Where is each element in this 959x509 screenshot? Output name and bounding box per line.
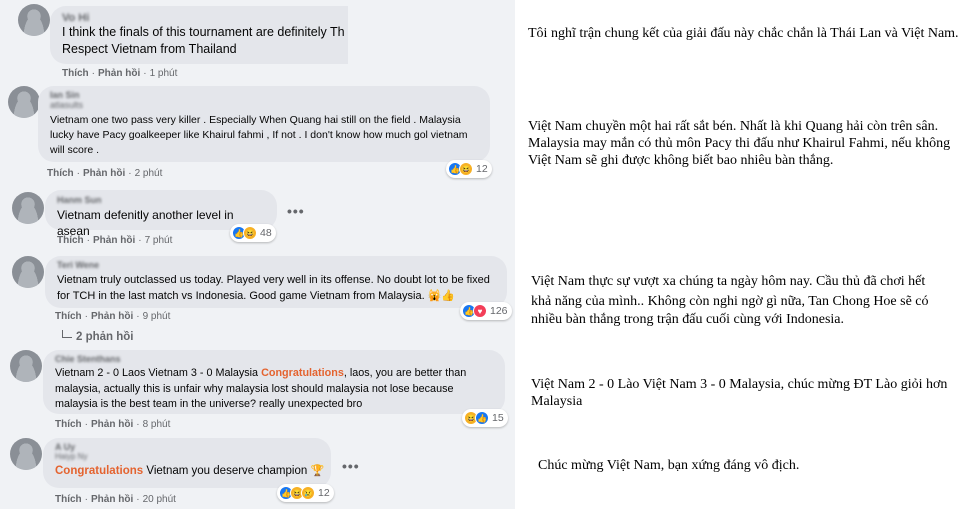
avatar[interactable] xyxy=(10,350,42,382)
more-options-icon[interactable]: ••• xyxy=(287,203,305,219)
comment-bubble: Vo Hi I think the finals of this tournam… xyxy=(50,6,348,64)
comment-author[interactable]: Hanm Sun xyxy=(57,196,265,205)
comment-bubble: Teri Wene Vietnam truly outclassed us to… xyxy=(45,256,507,308)
comment-time[interactable]: 7 phút xyxy=(145,235,173,246)
love-icon: ♥ xyxy=(473,304,487,318)
reactions[interactable]: 👍 😆 😢 12 xyxy=(277,484,334,502)
avatar[interactable] xyxy=(10,438,42,470)
like-link[interactable]: Thích xyxy=(62,68,89,79)
like-link[interactable]: Thích xyxy=(57,235,84,246)
translation-4-line2: Malaysia xyxy=(531,394,583,409)
comment-text: I think the finals of this tournament ar… xyxy=(62,25,345,39)
translation-2-line3: Việt Nam sẽ ghi được không biết bao nhiê… xyxy=(528,153,834,168)
reaction-count: 126 xyxy=(490,305,508,317)
reaction-count: 15 xyxy=(492,412,504,424)
reply-arrow-icon xyxy=(62,330,72,338)
translation-3-line3: nhiều bàn thắng trong trận đấu cuối cùng… xyxy=(531,312,844,327)
comment-actions: Thích · Phản hồi · 7 phút xyxy=(57,235,173,246)
comments-panel: Vo Hi I think the finals of this tournam… xyxy=(0,0,515,509)
reaction-count: 12 xyxy=(476,163,488,175)
reply-link[interactable]: Phản hồi xyxy=(91,494,133,505)
like-link[interactable]: Thích xyxy=(55,494,82,505)
comment-time[interactable]: 1 phút xyxy=(150,68,178,79)
comment-author[interactable]: Vo Hi xyxy=(62,12,348,24)
comment-text: Vietnam one two pass very killer . Espec… xyxy=(50,114,468,156)
comment-author[interactable]: A Uy xyxy=(55,443,319,452)
comment-text: Congratulations Vietnam you deserve cham… xyxy=(55,463,324,479)
like-icon: 👍 xyxy=(475,411,489,425)
translation-4-line1: Việt Nam 2 - 0 Lào Việt Nam 3 - 0 Malays… xyxy=(531,377,948,392)
reactions[interactable]: 👍 😆 12 xyxy=(446,160,492,178)
comment-bubble: Chie Stenthans Vietnam 2 - 0 Laos Vietna… xyxy=(43,350,505,414)
like-link[interactable]: Thích xyxy=(55,419,82,430)
translation-1: Tôi nghĩ trận chung kết của giải đấu này… xyxy=(528,26,959,41)
comment-author[interactable]: Ian Sin xyxy=(50,91,478,100)
replies-count: 2 phản hồi xyxy=(76,331,134,343)
comment-actions: Thích · Phản hồi · 8 phút xyxy=(55,419,171,430)
haha-icon: 😆 xyxy=(459,162,473,176)
comment-text: Respect Vietnam from Thailand xyxy=(62,42,237,56)
sad-icon: 😢 xyxy=(301,486,315,500)
comment-actions: Thích · Phản hồi · 1 phút xyxy=(62,68,178,79)
comment-text-body: Vietnam you deserve champion xyxy=(143,465,311,477)
comment-author-sub: atlasults xyxy=(50,100,84,110)
avatar[interactable] xyxy=(12,192,44,224)
comment-text-body: Vietnam truly outclassed us today. Playe… xyxy=(57,274,490,302)
reaction-count: 12 xyxy=(318,487,330,499)
reactions[interactable]: 👍 ♥ 126 xyxy=(460,302,512,320)
comment-actions: Thích · Phản hồi · 2 phút xyxy=(47,168,163,179)
highlight-text[interactable]: Congratulations xyxy=(55,465,143,477)
comment-actions: Thích · Phản hồi · 9 phút xyxy=(55,311,171,322)
comment-time[interactable]: 2 phút xyxy=(135,168,163,179)
translation-5: Chúc mừng Việt Nam, bạn xứng đáng vô địc… xyxy=(538,458,800,473)
translation-3-line1: Việt Nam thực sự vượt xa chúng ta ngày h… xyxy=(531,274,926,289)
highlight-text[interactable]: Congratulations xyxy=(261,367,344,379)
reply-link[interactable]: Phản hồi xyxy=(98,68,140,79)
trophy-icon: 🏆 xyxy=(310,465,325,477)
like-link[interactable]: Thích xyxy=(55,311,82,322)
comment-text: Vietnam 2 - 0 Laos Vietnam 3 - 0 Malaysi… xyxy=(55,366,493,413)
reply-link[interactable]: Phản hồi xyxy=(93,235,135,246)
more-options-icon[interactable]: ••• xyxy=(342,458,360,474)
reaction-count: 48 xyxy=(260,227,272,239)
reply-link[interactable]: Phản hồi xyxy=(83,168,125,179)
comment-time[interactable]: 9 phút xyxy=(143,311,171,322)
reply-link[interactable]: Phản hồi xyxy=(91,419,133,430)
reply-link[interactable]: Phản hồi xyxy=(91,311,133,322)
comment-text: Vietnam truly outclassed us today. Playe… xyxy=(57,272,495,304)
comment-time[interactable]: 8 phút xyxy=(143,419,171,430)
like-link[interactable]: Thích xyxy=(47,168,74,179)
comment-time[interactable]: 20 phút xyxy=(143,494,176,505)
haha-icon: 😆 xyxy=(243,226,257,240)
avatar[interactable] xyxy=(18,4,50,36)
reactions[interactable]: 😆 👍 15 xyxy=(462,409,508,427)
view-replies-link[interactable]: 2 phản hồi xyxy=(62,330,134,343)
translation-3-line2: khả năng của mình.. Không còn nghi ngờ g… xyxy=(531,294,929,309)
emoji: 🙀👍 xyxy=(427,290,456,302)
comment-actions: Thích · Phản hồi · 20 phút xyxy=(55,494,176,505)
avatar[interactable] xyxy=(8,86,40,118)
comment-text-body: Vietnam 2 - 0 Laos Vietnam 3 - 0 Malaysi… xyxy=(55,367,262,379)
comment-bubble: A Uy Haiyp Ny Congratulations Vietnam yo… xyxy=(43,438,331,488)
reactions[interactable]: 👍 😆 48 xyxy=(230,224,276,242)
comment-author[interactable]: Chie Stenthans xyxy=(55,355,493,364)
comment-bubble: Ian Sin atlasults Vietnam one two pass v… xyxy=(38,86,490,162)
comment-author[interactable]: Teri Wene xyxy=(57,261,495,270)
comment-author-sub: Haiyp Ny xyxy=(55,452,88,461)
avatar[interactable] xyxy=(12,256,44,288)
